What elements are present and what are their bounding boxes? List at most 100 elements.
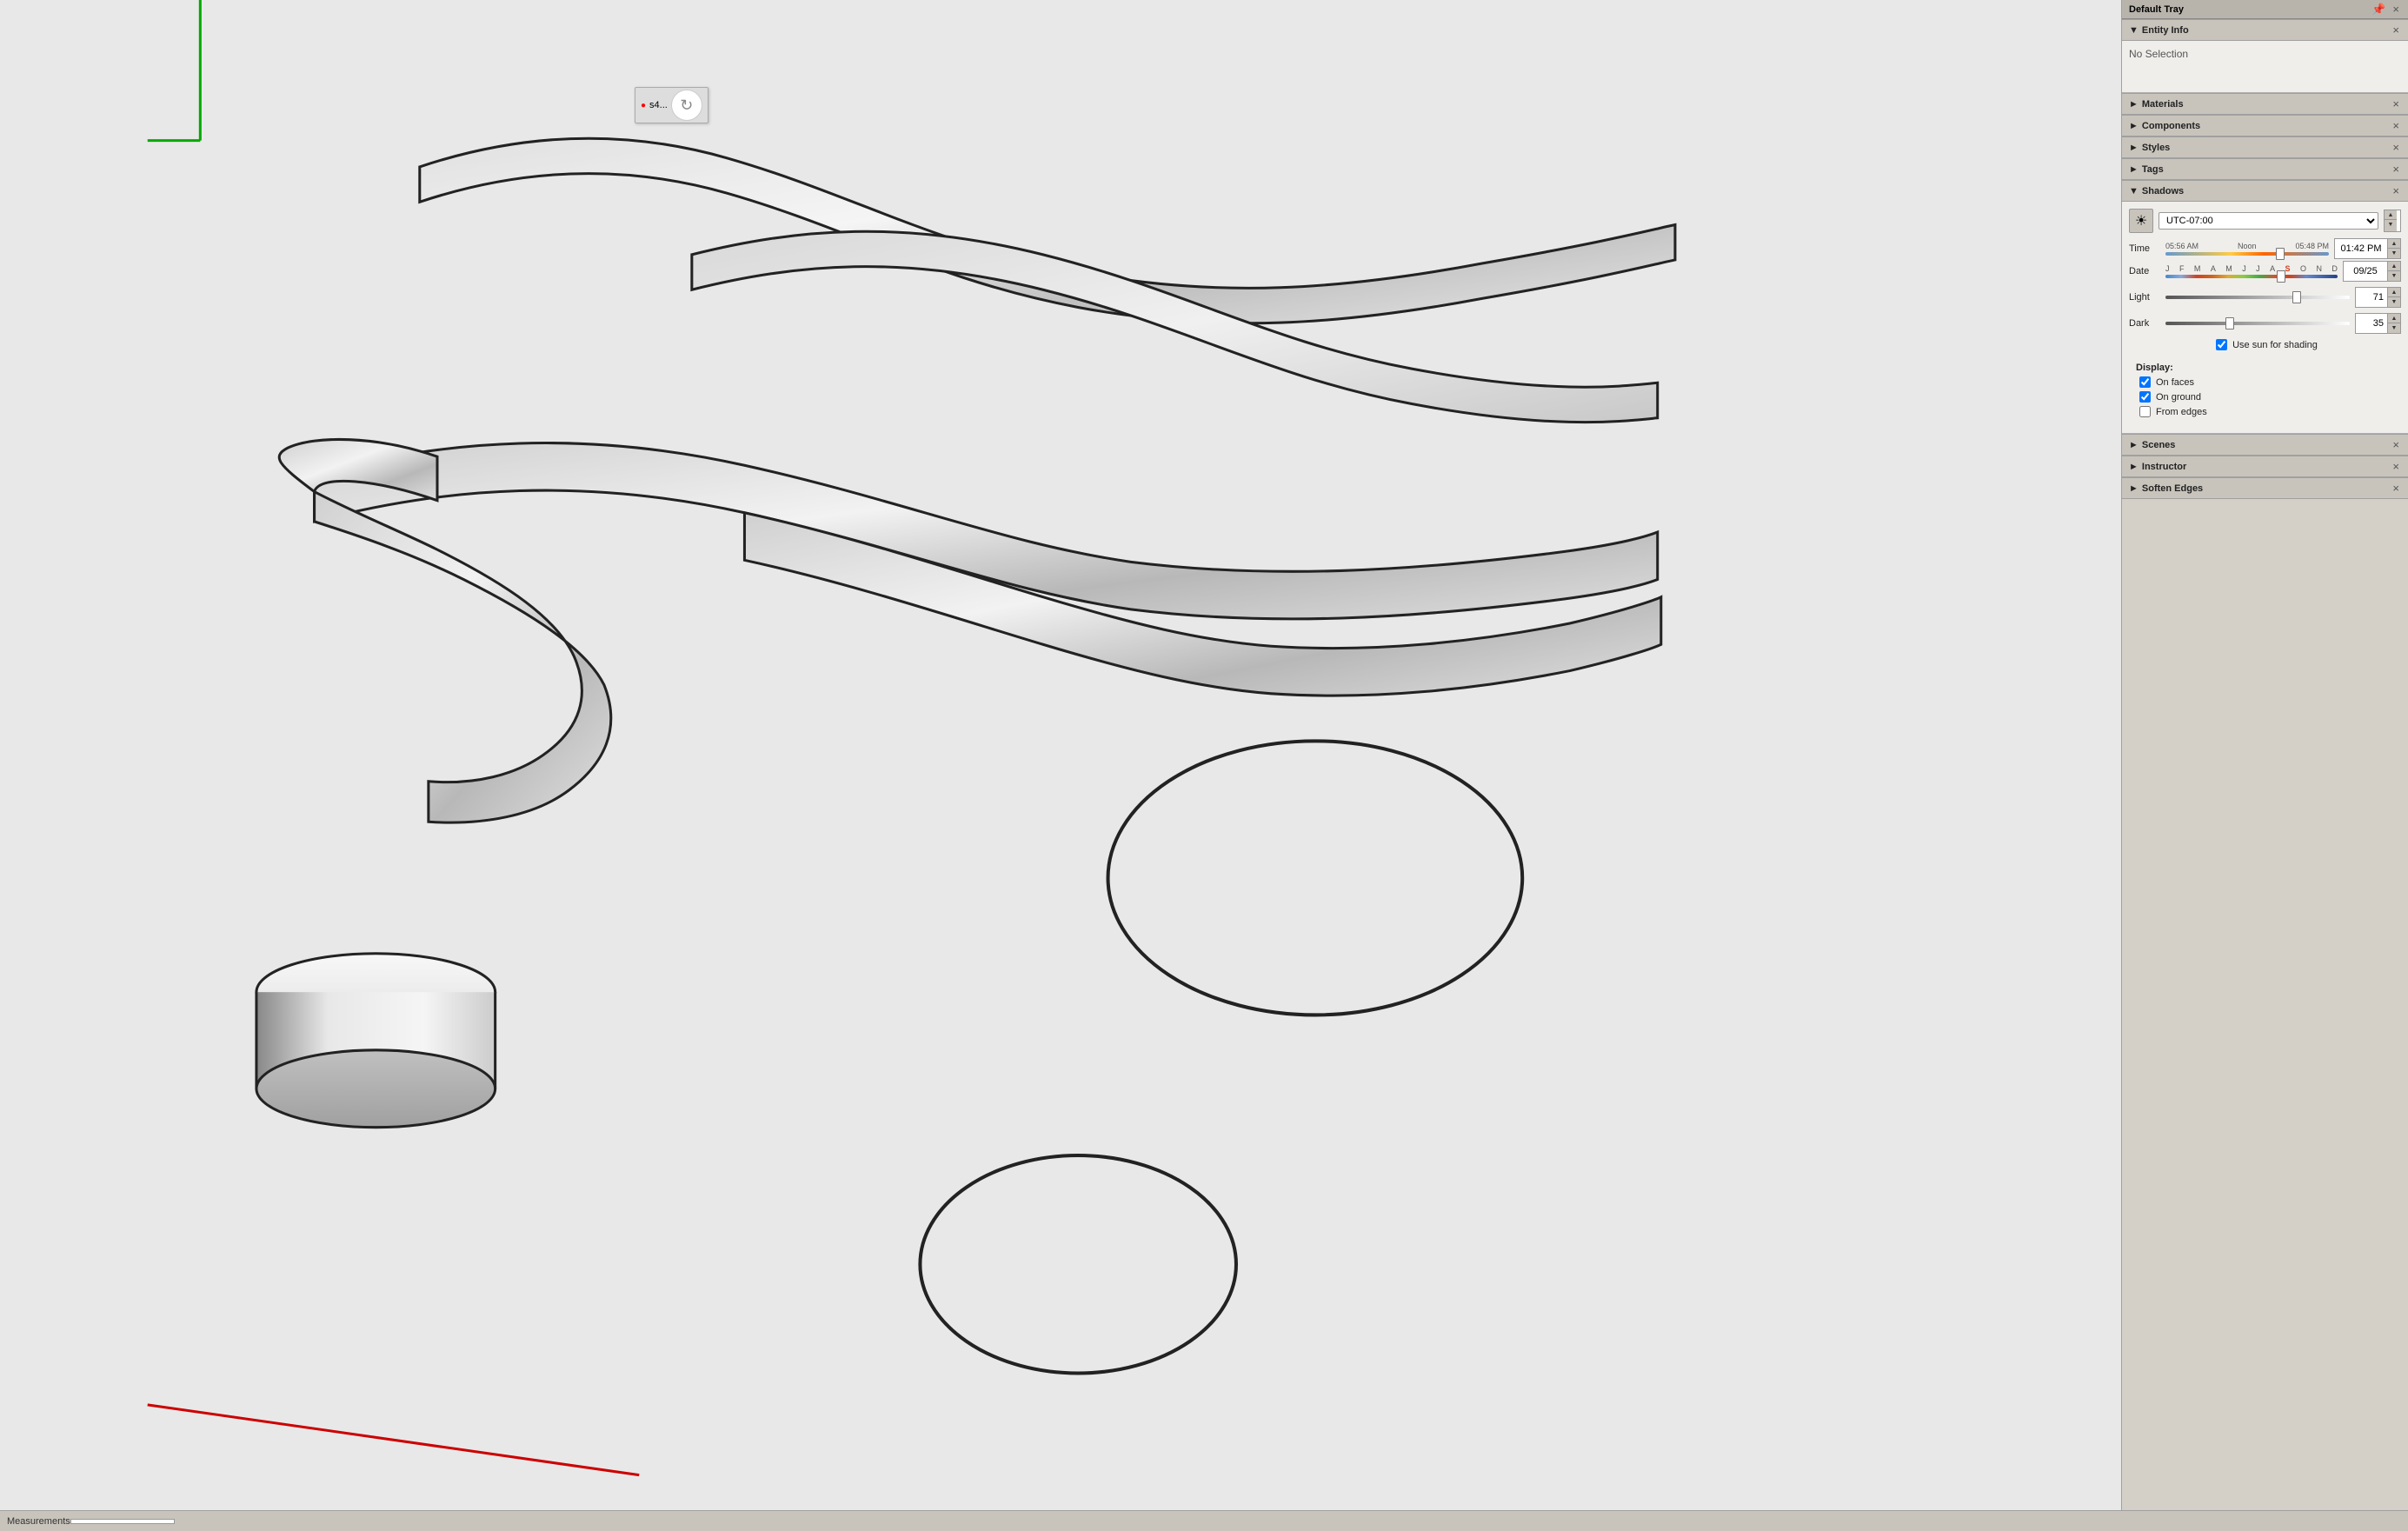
dark-slider-thumb[interactable] <box>2225 317 2234 329</box>
time-start-label: 05:56 AM <box>2165 242 2198 250</box>
instructor-label: Instructor <box>2142 462 2186 472</box>
from-edges-label: From edges <box>2156 407 2207 417</box>
date-slider-track[interactable] <box>2165 275 2338 278</box>
materials-icon: ► <box>2129 99 2139 110</box>
dark-value-box[interactable]: ▲ ▼ <box>2355 313 2401 334</box>
tags-section-header[interactable]: ► Tags × <box>2122 158 2408 180</box>
entity-info-close-btn[interactable]: × <box>2391 23 2401 37</box>
components-icon: ► <box>2129 121 2139 131</box>
dark-slider[interactable] <box>2165 322 2350 325</box>
shadows-icon: ▼ <box>2129 186 2139 196</box>
light-slider-thumb[interactable] <box>2292 291 2301 303</box>
no-selection-text: No Selection <box>2129 48 2188 60</box>
dark-value-input[interactable] <box>2356 314 2387 333</box>
components-close-btn[interactable]: × <box>2391 119 2401 132</box>
scenes-icon: ► <box>2129 440 2139 450</box>
tray-title: Default Tray <box>2129 4 2184 15</box>
dark-label: Dark <box>2129 318 2160 329</box>
soften-edges-icon: ► <box>2129 483 2139 494</box>
shadows-section-header[interactable]: ▼ Shadows × <box>2122 180 2408 202</box>
tags-icon: ► <box>2129 164 2139 175</box>
date-down-btn[interactable]: ▼ <box>2388 271 2400 281</box>
soften-edges-close-btn[interactable]: × <box>2391 482 2401 495</box>
date-up-btn[interactable]: ▲ <box>2388 262 2400 271</box>
from-edges-checkbox[interactable] <box>2139 406 2151 417</box>
canvas-area[interactable]: ● s4... ↻ <box>0 0 2121 1510</box>
time-value-input-box[interactable]: ▲ ▼ <box>2334 238 2401 259</box>
measurements-label: Measurements <box>7 1516 70 1527</box>
right-panel: Default Tray 📌 × ▼ Entity Info × No Sele… <box>2121 0 2408 1510</box>
tags-label: Tags <box>2142 164 2164 175</box>
dark-down-btn[interactable]: ▼ <box>2388 323 2400 333</box>
light-slider[interactable] <box>2165 296 2350 299</box>
use-sun-checkbox[interactable] <box>2216 339 2227 350</box>
instructor-icon: ► <box>2129 462 2139 472</box>
entity-info-panel: No Selection <box>2122 41 2408 93</box>
tooltip-title: s4... <box>649 100 668 110</box>
on-faces-label: On faces <box>2156 377 2194 388</box>
on-faces-checkbox[interactable] <box>2139 376 2151 388</box>
time-slider-area[interactable]: 05:56 AM Noon 05:48 PM <box>2165 242 2329 256</box>
canvas-tooltip[interactable]: ● s4... ↻ <box>635 87 708 123</box>
status-bar: Measurements <box>0 1510 2408 1531</box>
styles-label: Styles <box>2142 143 2170 153</box>
shadows-panel: ☀ UTC-12:00UTC-11:00UTC-10:00UTC-09:00UT… <box>2122 202 2408 434</box>
dark-up-btn[interactable]: ▲ <box>2388 314 2400 323</box>
light-down-btn[interactable]: ▼ <box>2388 297 2400 307</box>
time-mid-label: Noon <box>2238 242 2257 250</box>
time-slider-track[interactable] <box>2165 252 2329 256</box>
soften-edges-label: Soften Edges <box>2142 483 2203 494</box>
light-value-input[interactable] <box>2356 288 2387 307</box>
tags-close-btn[interactable]: × <box>2391 163 2401 176</box>
display-section: Display: On faces On ground From edges <box>2129 357 2401 426</box>
scenes-section-header[interactable]: ► Scenes × <box>2122 434 2408 456</box>
instructor-close-btn[interactable]: × <box>2391 460 2401 473</box>
styles-section-header[interactable]: ► Styles × <box>2122 136 2408 158</box>
styles-close-btn[interactable]: × <box>2391 141 2401 154</box>
on-ground-checkbox[interactable] <box>2139 391 2151 403</box>
canvas-svg <box>0 0 2121 1510</box>
materials-section-header[interactable]: ► Materials × <box>2122 93 2408 115</box>
tray-header: Default Tray 📌 × <box>2122 0 2408 19</box>
time-down-btn[interactable]: ▼ <box>2388 249 2400 258</box>
date-value-input-box[interactable]: ▲ ▼ <box>2343 261 2401 282</box>
soften-edges-section-header[interactable]: ► Soften Edges × <box>2122 477 2408 499</box>
on-ground-label: On ground <box>2156 392 2201 403</box>
time-end-label: 05:48 PM <box>2295 242 2329 250</box>
timezone-spin[interactable]: ▲ ▼ <box>2384 210 2401 232</box>
tray-close-btn[interactable]: × <box>2391 3 2401 15</box>
time-up-btn[interactable]: ▲ <box>2388 239 2400 249</box>
date-slider-area[interactable]: J F M A M J J A S O N D <box>2165 264 2338 278</box>
timezone-up-btn[interactable]: ▲ <box>2385 210 2397 220</box>
components-label: Components <box>2142 121 2200 131</box>
scenes-label: Scenes <box>2142 440 2176 450</box>
light-up-btn[interactable]: ▲ <box>2388 288 2400 297</box>
instructor-section-header[interactable]: ► Instructor × <box>2122 456 2408 477</box>
scenes-close-btn[interactable]: × <box>2391 438 2401 451</box>
shadows-close-btn[interactable]: × <box>2391 184 2401 197</box>
display-label: Display: <box>2136 363 2394 373</box>
time-label: Time <box>2129 243 2160 254</box>
time-slider-thumb[interactable] <box>2276 248 2285 260</box>
sun-icon: ☀ <box>2129 209 2153 233</box>
use-sun-label: Use sun for shading <box>2232 340 2318 350</box>
shadows-label: Shadows <box>2142 186 2184 196</box>
tray-pin-btn[interactable]: 📌 <box>2370 3 2387 15</box>
timezone-down-btn[interactable]: ▼ <box>2385 220 2397 230</box>
tooltip-close-dot: ● <box>641 101 646 110</box>
materials-close-btn[interactable]: × <box>2391 97 2401 110</box>
entity-info-label: Entity Info <box>2142 25 2189 36</box>
light-value-box[interactable]: ▲ ▼ <box>2355 287 2401 308</box>
components-section-header[interactable]: ► Components × <box>2122 115 2408 136</box>
time-value-input[interactable] <box>2335 239 2387 258</box>
styles-icon: ► <box>2129 143 2139 153</box>
entity-info-collapse-icon: ▼ <box>2129 25 2139 36</box>
date-value-input[interactable] <box>2344 262 2387 281</box>
measurements-box[interactable] <box>70 1519 175 1524</box>
date-slider-thumb[interactable] <box>2277 270 2285 283</box>
timezone-select[interactable]: UTC-12:00UTC-11:00UTC-10:00UTC-09:00UTC-… <box>2159 212 2378 230</box>
entity-info-section-header[interactable]: ▼ Entity Info × <box>2122 19 2408 41</box>
materials-label: Materials <box>2142 99 2184 110</box>
date-label: Date <box>2129 266 2160 276</box>
tooltip-icon: ↻ <box>671 90 702 121</box>
